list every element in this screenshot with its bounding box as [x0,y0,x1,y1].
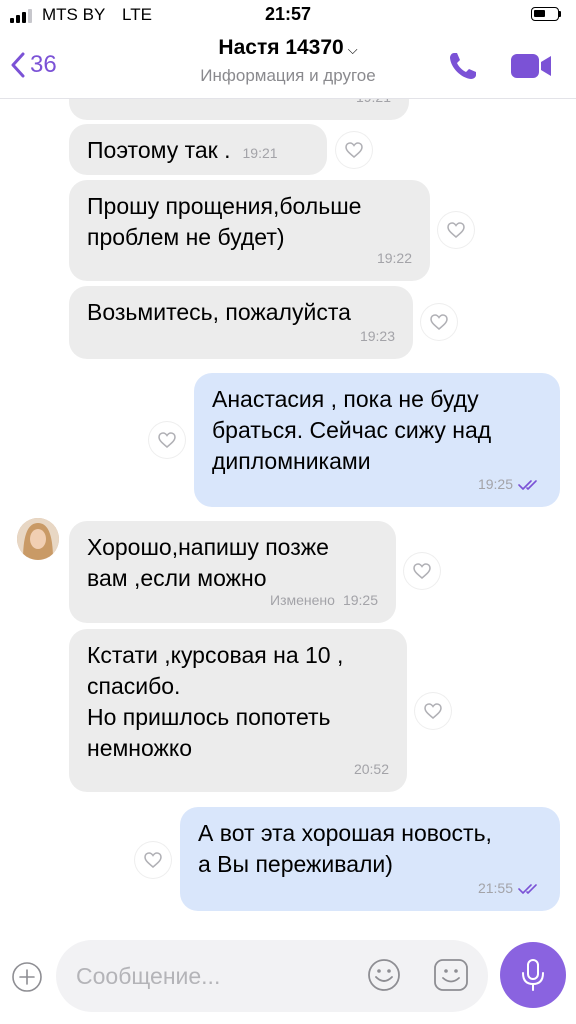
message-text: Кстати ,курсовая на 10 , спасибо. Но при… [87,642,344,761]
battery-tip [559,11,561,17]
message-meta: Изменено 19:25 [270,585,378,616]
contact-avatar[interactable] [17,518,59,560]
message-time: 19:22 [376,250,412,266]
message-bubble-outgoing[interactable]: А вот эта хорошая новость, а Вы пережива… [180,807,560,911]
contact-info-link[interactable]: Информация и другое [0,66,576,86]
message-bubble[interactable]: Возьмитесь, пожалуйста 19:23 [69,286,413,359]
message-text: А вот эта хорошая новость, а Вы пережива… [198,820,492,877]
message-bubble[interactable]: Прошу прощения,больше проблем не будет) … [69,180,430,281]
chat-header: 36 Настя 14370 ⌵ Информация и другое [0,30,576,99]
contact-name-text: Настя 14370 [218,36,344,59]
battery-icon [531,7,559,21]
like-button[interactable] [336,132,372,168]
message-time: 19:21 [242,145,278,161]
message-bubble[interactable]: Хорошо,напишу позже вам ,если можно Изме… [69,521,396,623]
message-meta: 19:21 [356,99,391,113]
message-list[interactable]: 19:21 Поэтому так . 19:21 Прошу прощения,… [0,99,576,926]
message-meta: 19:23 [360,321,395,352]
voice-message-button[interactable] [500,942,566,1008]
chevron-down-icon: ⌵ [347,42,358,57]
avatar-photo [17,518,59,560]
message-input[interactable] [56,940,488,1012]
heart-icon [144,852,162,868]
like-button[interactable] [404,553,440,589]
smiley-icon[interactable] [367,958,401,992]
microphone-icon [522,959,544,991]
heart-icon [345,142,363,158]
message-meta: 19:22 [377,243,412,274]
like-button[interactable] [438,212,474,248]
message-time: 21:55 [477,880,513,896]
heart-icon [158,432,176,448]
status-time: 21:57 [264,4,312,24]
message-bubble[interactable]: Поэтому так . 19:21 [69,124,327,175]
phone-icon[interactable] [447,50,479,82]
contact-name[interactable]: Настя 14370 ⌵ [0,36,576,60]
edited-label: Изменено [270,592,335,608]
like-button[interactable] [421,304,457,340]
message-text: Анастасия , пока не буду браться. Сейчас… [212,386,492,474]
message-meta: 21:55 [478,873,542,904]
double-check-icon [518,883,537,894]
video-camera-icon[interactable] [510,52,552,80]
message-time: 19:23 [359,328,395,344]
message-composer [0,926,576,1024]
message-time: 19:25 [342,592,378,608]
plus-icon[interactable] [11,961,43,993]
message-text: Возьмитесь, пожалуйста [87,299,351,325]
message-meta: 20:52 [354,754,389,785]
message-time: 19:25 [477,476,513,492]
like-button[interactable] [135,842,171,878]
message-text: Поэтому так . [87,137,231,163]
like-button[interactable] [415,693,451,729]
status-bar: MTS BY LTE 21:57 [0,0,576,30]
sticker-icon[interactable] [433,958,469,992]
message-bubble[interactable]: 19:21 [69,99,409,120]
like-button[interactable] [149,422,185,458]
heart-icon [430,314,448,330]
heart-icon [413,563,431,579]
message-bubble-outgoing[interactable]: Анастасия , пока не буду браться. Сейчас… [194,373,560,507]
message-time: 20:52 [353,761,389,777]
double-check-icon [518,479,537,490]
message-text: Прошу прощения,больше проблем не будет) [87,193,362,250]
message-meta: 19:25 [478,469,542,500]
heart-icon [424,703,442,719]
heart-icon [447,222,465,238]
message-time: 19:21 [356,99,391,113]
message-bubble[interactable]: Кстати ,курсовая на 10 , спасибо. Но при… [69,629,407,792]
